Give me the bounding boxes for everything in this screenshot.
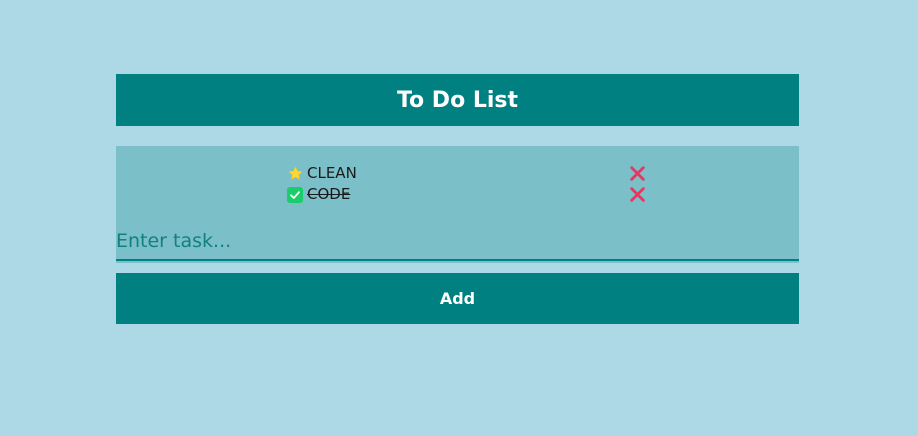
close-icon [630, 187, 645, 202]
list-item: CLEAN [116, 163, 799, 184]
close-icon [630, 166, 645, 181]
star-icon[interactable] [286, 165, 304, 183]
task-label: CLEAN [307, 164, 357, 182]
checkbox-checked[interactable] [286, 186, 304, 204]
delete-task-button[interactable] [628, 164, 647, 183]
task-content: CLEAN [286, 163, 357, 184]
task-input[interactable] [116, 223, 799, 261]
list-item: CODE [116, 184, 799, 205]
page-title: To Do List [396, 87, 519, 113]
checkmark-icon [287, 186, 303, 203]
task-label: CODE [307, 185, 351, 203]
add-button[interactable]: Add [116, 273, 799, 324]
header: To Do List [116, 74, 799, 126]
task-panel: CLEAN CODE Enter task... [116, 146, 799, 263]
task-list: CLEAN CODE [116, 163, 799, 205]
todo-app: To Do List CLEAN CODE Enter task... Add [116, 74, 799, 324]
task-content: CODE [286, 184, 350, 205]
delete-task-button[interactable] [628, 185, 647, 204]
